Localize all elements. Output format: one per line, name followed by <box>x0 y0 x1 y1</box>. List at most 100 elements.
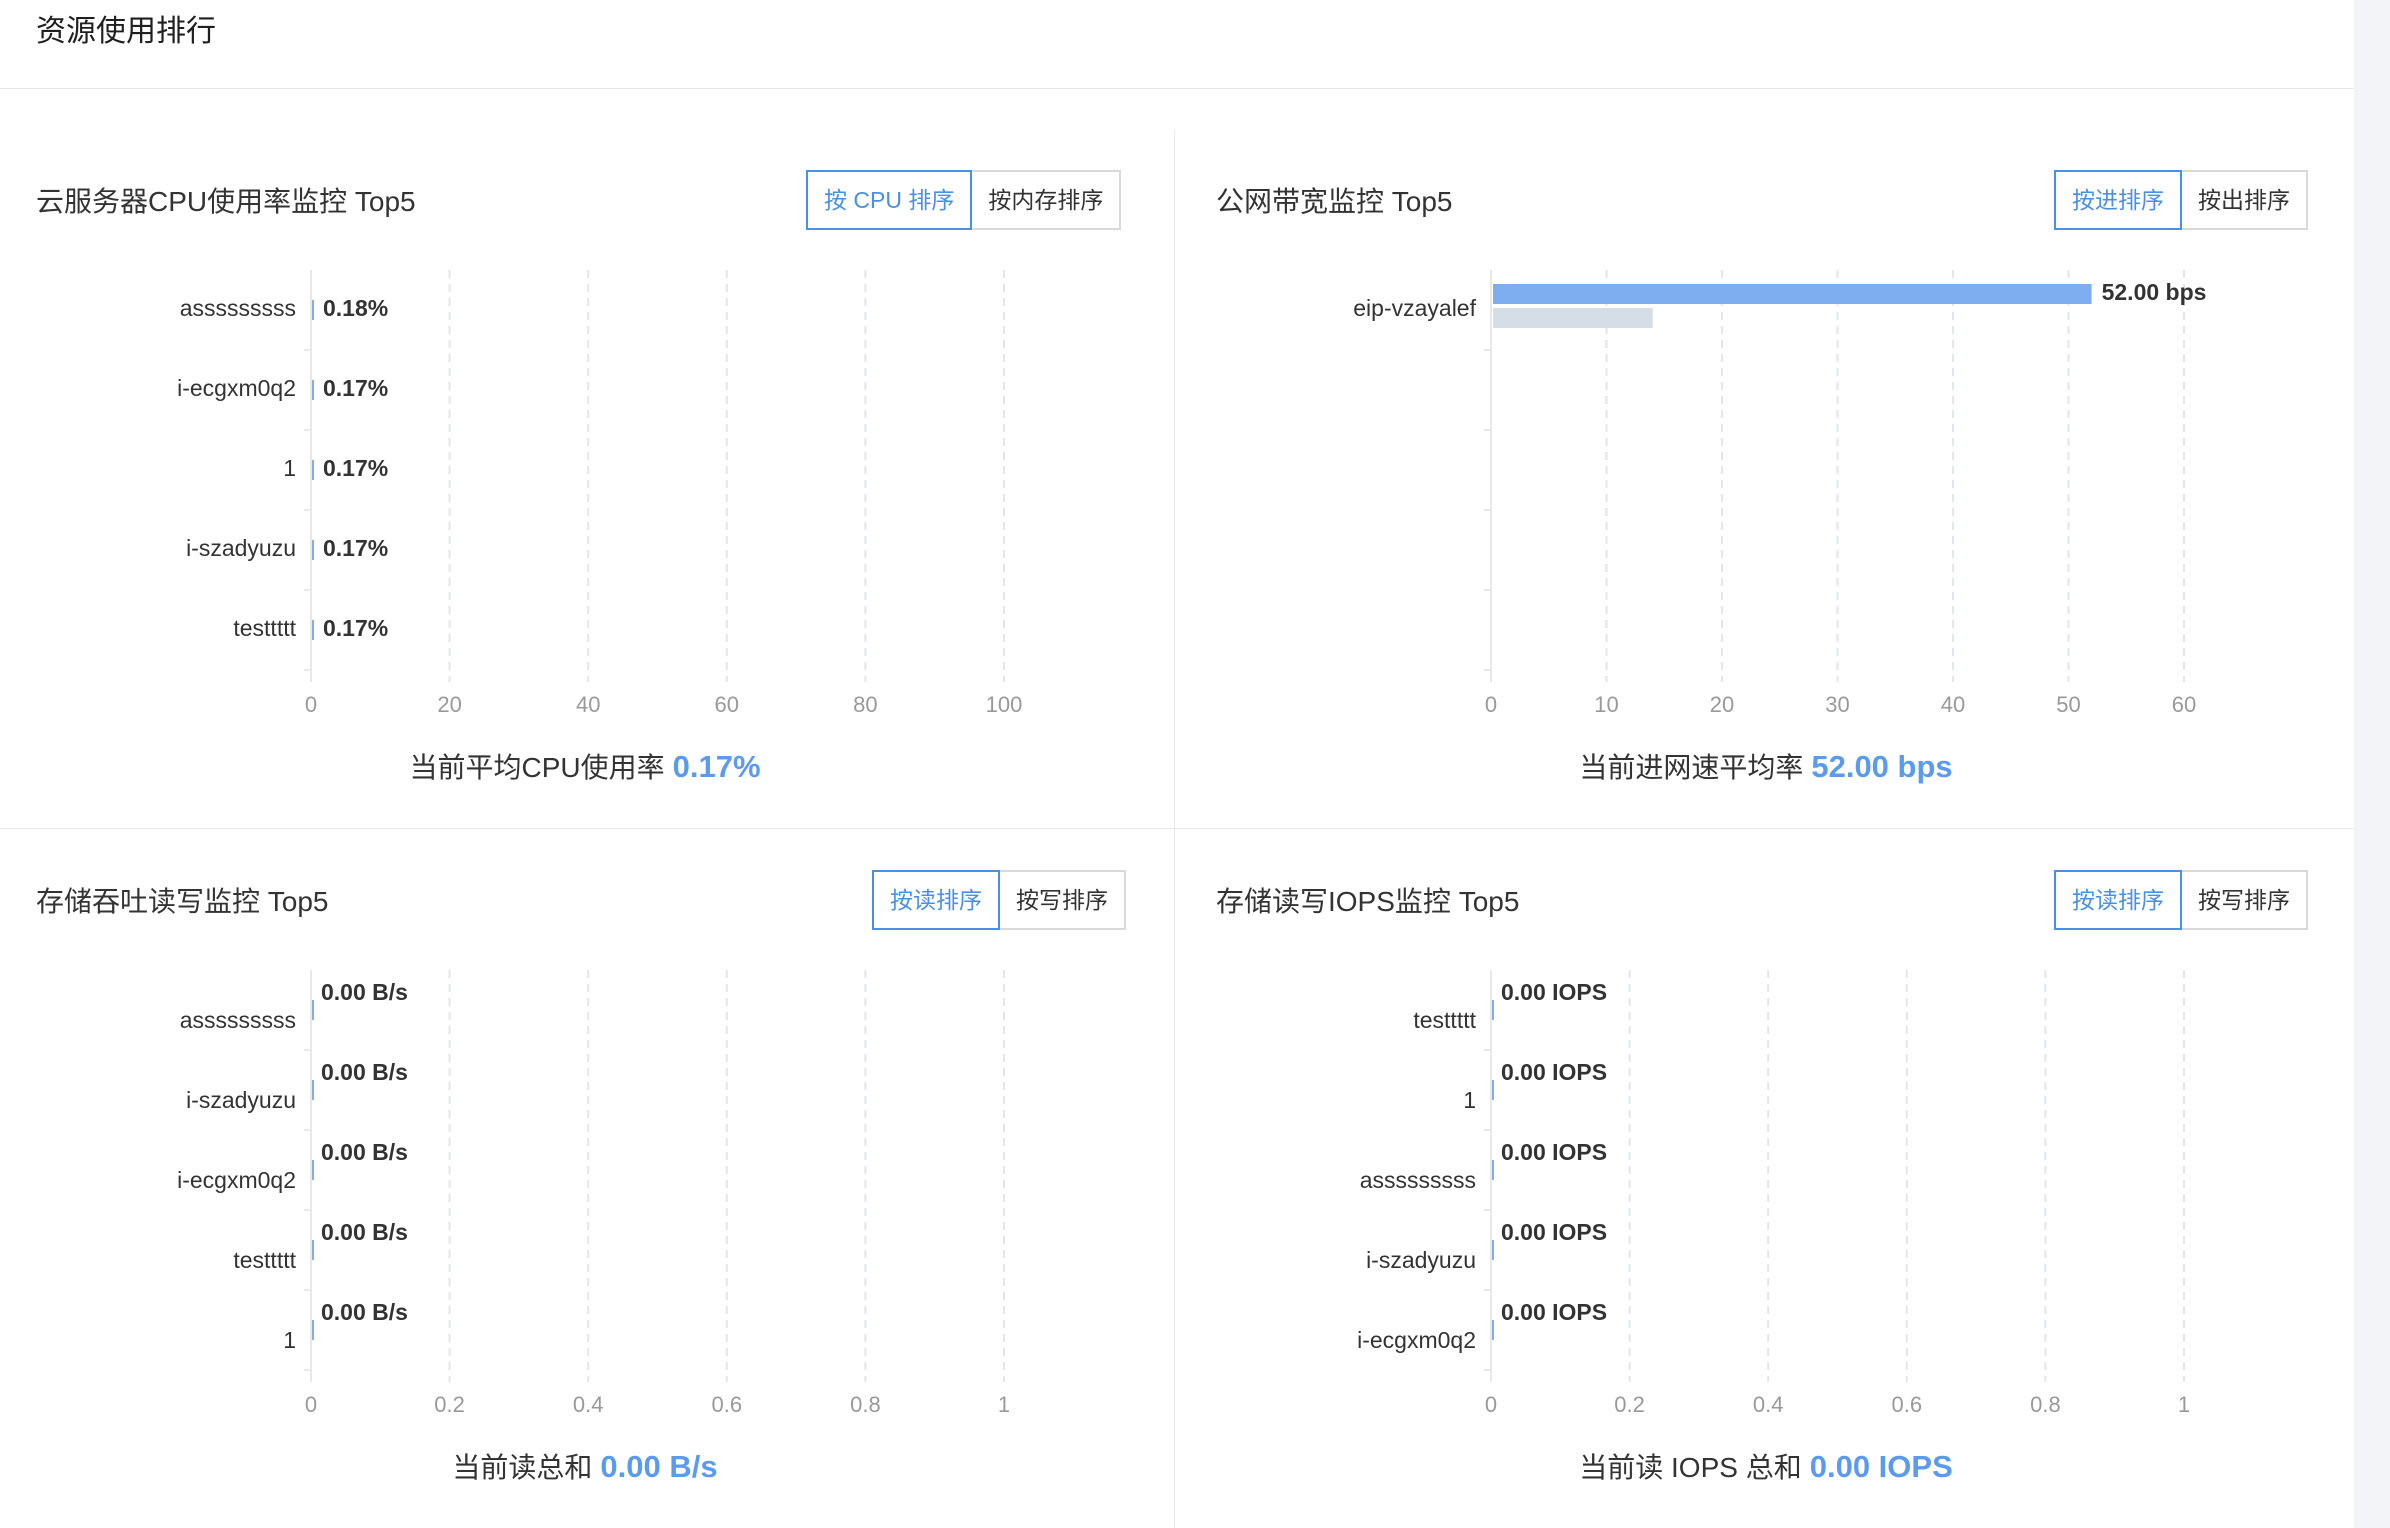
summary-value: 0.00 B/s <box>600 1449 718 1484</box>
bar-secondary <box>1493 308 1653 328</box>
bar <box>312 460 314 480</box>
x-tick-label: 0 <box>305 1392 317 1417</box>
x-tick-label: 80 <box>853 692 877 717</box>
category-label: i-ecgxm0q2 <box>1357 1327 1476 1353</box>
x-tick-label: 0.4 <box>1753 1392 1784 1417</box>
x-tick-label: 0.6 <box>1892 1392 1923 1417</box>
cpu-summary: 当前平均CPU使用率 0.17% <box>36 746 1134 786</box>
data-label: 0.00 IOPS <box>1501 1059 1607 1085</box>
bar <box>312 1080 314 1100</box>
category-label: testtttt <box>1413 1007 1476 1033</box>
category-label: 1 <box>283 1327 296 1353</box>
data-label: 0.00 IOPS <box>1501 979 1607 1005</box>
sort-by-read-button[interactable]: 按读排序 <box>2054 870 2182 930</box>
summary-value: 52.00 bps <box>1811 749 1953 784</box>
panel-title: 存储读写IOPS监控 Top5 <box>1216 886 1520 917</box>
bar <box>1492 1000 1494 1020</box>
x-tick-label: 40 <box>576 692 600 717</box>
summary-label: 当前平均CPU使用率 <box>409 752 665 783</box>
sort-button-group: 按读排序 按写排序 <box>2054 870 2308 930</box>
data-label: 0.00 B/s <box>321 1219 408 1245</box>
data-label: 0.18% <box>323 295 388 321</box>
bar <box>312 1320 314 1340</box>
sort-by-write-button[interactable]: 按写排序 <box>2182 870 2308 930</box>
bar <box>312 300 314 320</box>
cpu-usage-panel: 云服务器CPU使用率监控 Top5 按 CPU 排序 按内存排序 0 20 40 60… <box>36 170 1134 790</box>
data-label: 0.00 IOPS <box>1501 1139 1607 1165</box>
x-tick-label: 0 <box>305 692 317 717</box>
sort-by-write-button[interactable]: 按写排序 <box>1000 870 1126 930</box>
data-label: 0.00 B/s <box>321 1059 408 1085</box>
bar <box>312 1000 314 1020</box>
category-label: asssssssss <box>180 295 296 321</box>
category-label: asssssssss <box>180 1007 296 1033</box>
category-label: i-ecgxm0q2 <box>177 1167 296 1193</box>
category-label: 1 <box>1463 1087 1476 1113</box>
data-label: 52.00 bps <box>2102 279 2207 305</box>
x-tick-label: 0 <box>1485 692 1497 717</box>
bar <box>1492 1160 1494 1180</box>
sort-button-group: 按 CPU 排序 按内存排序 <box>806 170 1122 230</box>
bandwidth-summary: 当前进网速平均率 52.00 bps <box>1216 746 2316 786</box>
data-label: 0.00 IOPS <box>1501 1299 1607 1325</box>
bandwidth-chart: 0 10 20 30 40 50 60 eip-vzayalef 52.00 bps <box>1353 270 2207 717</box>
x-tick-label: 0.4 <box>573 1392 604 1417</box>
summary-value: 0.00 IOPS <box>1809 1449 1953 1484</box>
category-label: testtttt <box>233 615 296 641</box>
panel-title: 公网带宽监控 Top5 <box>1216 186 1453 217</box>
sort-by-read-button[interactable]: 按读排序 <box>872 870 1000 930</box>
storage-iops-panel: 存储读写IOPS监控 Top5 按读排序 按写排序 0 0.2 0.4 0.6 0.8 1… <box>1216 870 2316 1490</box>
x-tick-label: 60 <box>715 692 739 717</box>
iops-summary: 当前读 IOPS 总和 0.00 IOPS <box>1216 1446 2316 1486</box>
bar <box>312 1240 314 1260</box>
category-label: asssssssss <box>1360 1167 1476 1193</box>
page-scrollbar-track[interactable] <box>2354 0 2390 1528</box>
category-label: eip-vzayalef <box>1353 295 1476 321</box>
x-tick-label: 100 <box>986 692 1023 717</box>
data-label: 0.17% <box>323 455 388 481</box>
x-tick-label: 0.2 <box>1614 1392 1645 1417</box>
bar <box>1492 1240 1494 1260</box>
sort-by-inbound-button[interactable]: 按进排序 <box>2054 170 2182 230</box>
page-title: 资源使用排行 <box>36 15 216 48</box>
data-label: 0.17% <box>323 375 388 401</box>
category-label: i-szadyuzu <box>186 1087 296 1113</box>
bandwidth-panel: 公网带宽监控 Top5 按进排序 按出排序 0 10 20 30 40 50 60 eip-v… <box>1216 170 2316 790</box>
x-tick-label: 20 <box>437 692 461 717</box>
x-tick-label: 0.2 <box>434 1392 465 1417</box>
storage-throughput-chart: 0 0.2 0.4 0.6 0.8 1 asssssssss 0.00 B/s i-szadyu… <box>177 970 1010 1417</box>
x-tick-label: 0 <box>1485 1392 1497 1417</box>
sort-by-outbound-button[interactable]: 按出排序 <box>2182 170 2308 230</box>
category-label: testtttt <box>233 1247 296 1273</box>
bar <box>1492 1320 1494 1340</box>
data-label: 0.17% <box>323 615 388 641</box>
column-divider <box>1174 130 1175 1528</box>
title-divider <box>0 88 2354 89</box>
sort-by-cpu-button[interactable]: 按 CPU 排序 <box>806 170 973 230</box>
x-tick-label: 40 <box>1941 692 1965 717</box>
bar <box>1493 284 2092 304</box>
bar <box>312 1160 314 1180</box>
data-label: 0.00 IOPS <box>1501 1219 1607 1245</box>
bar <box>312 380 314 400</box>
data-label: 0.00 B/s <box>321 1139 408 1165</box>
data-label: 0.00 B/s <box>321 979 408 1005</box>
x-tick-label: 50 <box>2056 692 2080 717</box>
row-divider <box>0 828 2354 829</box>
x-tick-label: 1 <box>998 1392 1010 1417</box>
category-label: i-szadyuzu <box>186 535 296 561</box>
category-label: 1 <box>283 455 296 481</box>
throughput-summary: 当前读总和 0.00 B/s <box>36 1446 1134 1486</box>
bar <box>312 620 314 640</box>
x-tick-label: 1 <box>2178 1392 2190 1417</box>
sort-button-group: 按读排序 按写排序 <box>872 870 1126 930</box>
cpu-usage-chart: 0 20 40 60 80 100 asssssssss 0.18% i-ecgxm0q2 0.1… <box>177 270 1022 717</box>
sort-by-memory-button[interactable]: 按内存排序 <box>972 170 1122 230</box>
x-tick-label: 60 <box>2172 692 2196 717</box>
sort-button-group: 按进排序 按出排序 <box>2054 170 2308 230</box>
data-label: 0.17% <box>323 535 388 561</box>
category-label: i-ecgxm0q2 <box>177 375 296 401</box>
summary-value: 0.17% <box>672 749 761 784</box>
x-tick-label: 30 <box>1825 692 1849 717</box>
data-label: 0.00 B/s <box>321 1299 408 1325</box>
